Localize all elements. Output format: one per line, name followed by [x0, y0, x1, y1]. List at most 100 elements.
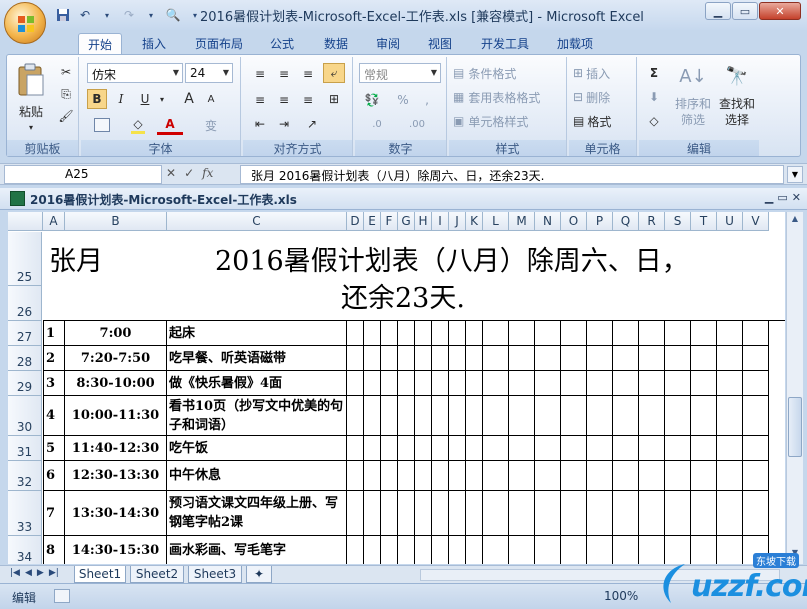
grid-cell[interactable]: [364, 491, 381, 536]
grid-cell[interactable]: [561, 436, 587, 461]
paste-chevron-icon[interactable]: ▾: [21, 121, 41, 133]
grid-cell[interactable]: [483, 396, 509, 436]
grid-cell[interactable]: [415, 346, 432, 371]
print-preview-icon[interactable]: 🔍: [164, 6, 182, 24]
phonetic-button[interactable]: 变: [191, 115, 231, 135]
row-header-31[interactable]: 31: [8, 436, 42, 461]
column-header-f[interactable]: F: [381, 212, 398, 231]
column-header-k[interactable]: K: [466, 212, 483, 231]
sheet-tab-3[interactable]: Sheet3: [188, 566, 242, 583]
grid-cell[interactable]: [398, 491, 415, 536]
format-painter-icon[interactable]: 🖌: [57, 107, 75, 125]
grid-cell[interactable]: [381, 536, 398, 564]
first-sheet-icon[interactable]: |◀: [10, 568, 20, 578]
dropdown-chevron-icon[interactable]: ▾: [98, 6, 116, 24]
grid-cell[interactable]: [398, 396, 415, 436]
grid-cell[interactable]: [665, 371, 691, 396]
column-header-h[interactable]: H: [415, 212, 432, 231]
grid-cell[interactable]: [381, 436, 398, 461]
row-header-29[interactable]: 29: [8, 371, 42, 396]
grid-cell[interactable]: [639, 491, 665, 536]
font-color-button[interactable]: A: [157, 115, 183, 135]
column-header-o[interactable]: O: [561, 212, 587, 231]
close-button[interactable]: ✕: [759, 2, 801, 20]
sort-filter-icon[interactable]: A↓: [673, 61, 713, 91]
cell-time[interactable]: 8:30-10:00: [65, 371, 167, 396]
grid-cell[interactable]: [613, 346, 639, 371]
grid-cell[interactable]: [717, 436, 743, 461]
grid-cell[interactable]: [483, 491, 509, 536]
grid-cell[interactable]: [743, 321, 769, 346]
row-header-25[interactable]: 25: [8, 232, 42, 286]
tab-page-layout[interactable]: 页面布局: [188, 33, 250, 54]
workbook-close-icon[interactable]: ✕: [792, 191, 801, 204]
grid-cell[interactable]: [561, 346, 587, 371]
column-header-q[interactable]: Q: [613, 212, 639, 231]
row-header-30[interactable]: 30: [8, 396, 42, 436]
grid-cell[interactable]: [381, 371, 398, 396]
align-left-icon[interactable]: ≡: [249, 91, 271, 109]
grid-cell[interactable]: [483, 371, 509, 396]
sheet-tab-1[interactable]: Sheet1: [74, 566, 126, 583]
grid-cell[interactable]: [587, 461, 613, 491]
grid-cell[interactable]: [449, 346, 466, 371]
grid-cell[interactable]: [587, 436, 613, 461]
grid-cell[interactable]: [415, 461, 432, 491]
maximize-button[interactable]: ▭: [732, 2, 758, 20]
grid-cell[interactable]: [364, 461, 381, 491]
cell-time[interactable]: 13:30-14:30: [65, 491, 167, 536]
tab-developer[interactable]: 开发工具: [474, 33, 536, 54]
grid-cell[interactable]: [691, 491, 717, 536]
tab-review[interactable]: 审阅: [368, 33, 408, 54]
column-header-g[interactable]: G: [398, 212, 415, 231]
grid-cell[interactable]: [381, 346, 398, 371]
grow-font-button[interactable]: A: [179, 89, 199, 109]
grid-cell[interactable]: [587, 321, 613, 346]
grid-cell[interactable]: [665, 321, 691, 346]
zoom-level[interactable]: 100%: [604, 589, 638, 603]
grid-cell[interactable]: [398, 321, 415, 346]
expand-formula-bar-icon[interactable]: ▼: [787, 166, 803, 183]
cell-task[interactable]: 看书10页（抄写文中优美的句子和词语）: [167, 396, 347, 436]
autosum-button[interactable]: Σ: [643, 63, 665, 83]
grid-cell[interactable]: [509, 321, 535, 346]
grid-cell[interactable]: [613, 396, 639, 436]
column-header-t[interactable]: T: [691, 212, 717, 231]
cell-time[interactable]: 11:40-12:30: [65, 436, 167, 461]
grid-cell[interactable]: [535, 436, 561, 461]
grid-cell[interactable]: [743, 436, 769, 461]
grid-cell[interactable]: [398, 461, 415, 491]
grid-cell[interactable]: [509, 436, 535, 461]
workbook-restore-icon[interactable]: ▭: [777, 191, 787, 204]
align-right-icon[interactable]: ≡: [297, 91, 319, 109]
grid-cell[interactable]: [743, 461, 769, 491]
grid-cell[interactable]: [613, 461, 639, 491]
grid-cell[interactable]: [432, 346, 449, 371]
grid-cell[interactable]: [415, 396, 432, 436]
grid-cell[interactable]: [613, 321, 639, 346]
prev-sheet-icon[interactable]: ◀: [25, 568, 32, 578]
cell-time[interactable]: 7:00: [65, 321, 167, 346]
grid-cell[interactable]: [449, 491, 466, 536]
scroll-up-icon[interactable]: ▲: [788, 214, 802, 228]
grid-cell[interactable]: [587, 346, 613, 371]
grid-cell[interactable]: [717, 396, 743, 436]
grid-cell[interactable]: [347, 321, 364, 346]
grid-cell[interactable]: [535, 321, 561, 346]
grid-cell[interactable]: [432, 461, 449, 491]
underline-chevron-icon[interactable]: ▾: [157, 89, 167, 109]
clear-icon[interactable]: ◇: [643, 111, 665, 131]
comma-button[interactable]: ,: [417, 91, 437, 109]
save-icon[interactable]: [54, 6, 72, 24]
grid-cell[interactable]: [364, 321, 381, 346]
find-select-button[interactable]: 查找和 选择: [715, 95, 759, 129]
next-sheet-icon[interactable]: ▶: [37, 568, 44, 578]
name-box[interactable]: A25: [4, 165, 162, 184]
grid-cell[interactable]: [483, 321, 509, 346]
orientation-icon[interactable]: ↗: [297, 115, 327, 133]
align-bottom-icon[interactable]: ≡: [297, 65, 319, 83]
cell-task[interactable]: 做《快乐暑假》4面: [167, 371, 347, 396]
grid-cell[interactable]: [347, 461, 364, 491]
cell-number[interactable]: 1: [43, 321, 65, 346]
grid-cell[interactable]: [691, 346, 717, 371]
